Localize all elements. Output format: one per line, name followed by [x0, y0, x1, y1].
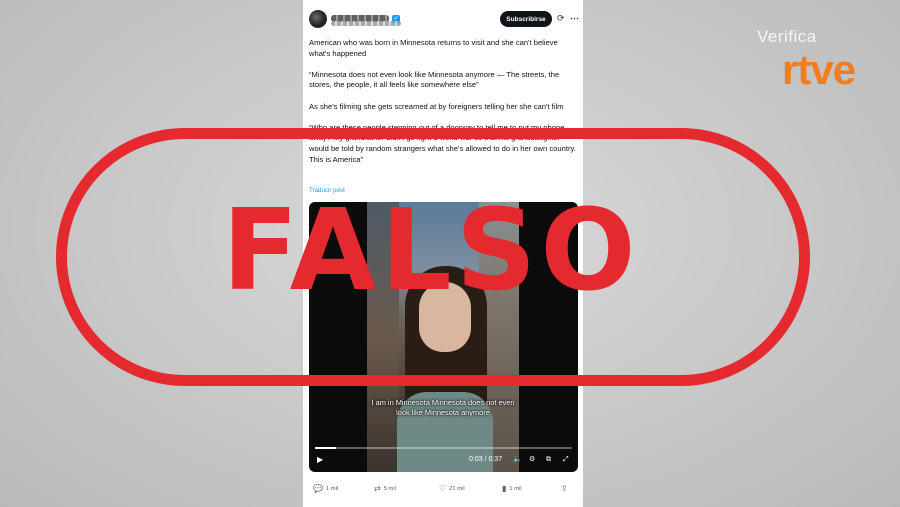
- more-options-icon[interactable]: ⋯: [570, 13, 579, 23]
- volume-icon[interactable]: 🔈: [513, 455, 522, 465]
- video-progress-bar[interactable]: [315, 447, 572, 449]
- pip-icon[interactable]: ⧉: [546, 455, 551, 465]
- share-button[interactable]: ⇪: [561, 484, 568, 493]
- reply-count: 1 mil: [325, 485, 339, 492]
- grok-icon[interactable]: ⟳: [557, 13, 565, 23]
- views-icon: ▮: [502, 484, 507, 493]
- rtve-logo: rtve: [782, 46, 856, 93]
- blurred-handle: [331, 21, 401, 26]
- tweet-header: ✓ Subscribirse ⟳ ⋯: [303, 0, 583, 36]
- like-count: 21 mil: [449, 485, 465, 492]
- tweet-paragraph: American who was born in Minnesota retur…: [309, 38, 558, 58]
- like-button[interactable]: ♡ 21 mil: [439, 484, 465, 493]
- video-progress-fill: [315, 447, 336, 449]
- gear-icon[interactable]: ⚙: [529, 455, 535, 465]
- heart-icon: ♡: [439, 484, 447, 493]
- falso-stamp-text: FALSO: [222, 186, 640, 316]
- reply-icon: 💬: [313, 484, 323, 493]
- tweet-paragraph: “Minnesota does not even look like Minne…: [309, 69, 560, 90]
- video-time: 0:03 / 0:37: [469, 456, 503, 463]
- repost-count: 5 mil: [383, 485, 396, 492]
- views-count: 1 mil: [509, 485, 522, 492]
- reply-button[interactable]: 💬 1 mil: [313, 484, 338, 493]
- video-caption: I am in Minnesota Minnesota does not eve…: [371, 398, 515, 417]
- avatar[interactable]: [309, 10, 327, 28]
- play-icon[interactable]: ▶: [317, 455, 323, 465]
- video-controls: ▶ 0:03 / 0:37 🔈 ⚙ ⧉ ⤢: [309, 452, 578, 468]
- repost-button[interactable]: ⇄ 5 mil: [374, 484, 396, 493]
- tweet-actions: 💬 1 mil ⇄ 5 mil ♡ 21 mil ▮ 1 mil ⇪: [303, 484, 583, 498]
- author-name-blurred[interactable]: ✓: [331, 10, 451, 23]
- repost-icon: ⇄: [374, 484, 381, 493]
- subscribe-button[interactable]: Subscribirse: [500, 11, 552, 27]
- views-button[interactable]: ▮ 1 mil: [502, 484, 522, 493]
- share-icon: ⇪: [561, 484, 568, 493]
- tweet-paragraph: As she's filming she gets screamed at by…: [309, 101, 564, 111]
- fullscreen-icon[interactable]: ⤢: [563, 455, 569, 465]
